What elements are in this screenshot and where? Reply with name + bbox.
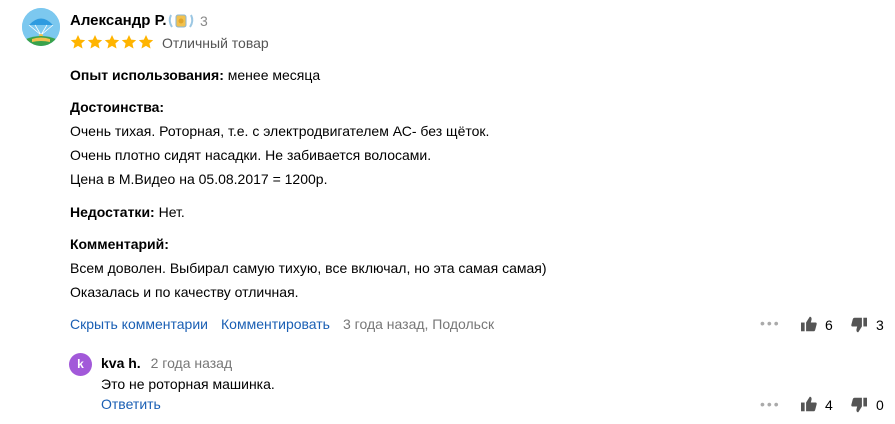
star-icon: [104, 35, 120, 49]
reply-likes-count: 4: [825, 397, 833, 413]
pros-line: Очень плотно сидят насадки. Не забиваетс…: [70, 147, 432, 163]
star-icon: [138, 35, 154, 49]
usage-value: менее месяца: [227, 67, 321, 83]
cons-value: Нет.: [158, 204, 185, 220]
add-comment-link[interactable]: Комментировать: [221, 316, 330, 332]
likes-count: 6: [825, 317, 833, 333]
usage-row: Опыт использования: менее месяца: [70, 67, 320, 84]
reply-time: 2 года назад: [150, 355, 233, 371]
reply-author-name[interactable]: kva h.: [101, 355, 141, 371]
comment-line: Оказалась и по качеству отличная.: [70, 284, 299, 300]
parachute-avatar-icon: [22, 8, 60, 46]
cons-row: Недостатки: Нет.: [70, 204, 185, 221]
badge-count: 3: [200, 13, 208, 29]
cons-label: Недостатки:: [70, 204, 155, 220]
user-avatar[interactable]: [22, 8, 60, 46]
thumbs-down-icon[interactable]: [850, 397, 868, 413]
thumbs-down-icon[interactable]: [850, 317, 868, 333]
usage-label: Опыт использования:: [70, 67, 224, 83]
dislikes-count: 3: [876, 317, 884, 333]
reply-link[interactable]: Ответить: [101, 396, 161, 412]
more-options-button[interactable]: •••: [760, 315, 781, 331]
comment-label: Комментарий:: [70, 236, 169, 252]
reply-dislikes-count: 0: [876, 397, 884, 413]
thumbs-up-icon[interactable]: [800, 396, 818, 412]
star-icon: [121, 35, 137, 49]
reply-avatar[interactable]: k: [69, 353, 92, 376]
reply-text: Это не роторная машинка.: [101, 376, 275, 392]
laurel-badge-icon: [166, 11, 196, 31]
hide-comments-link[interactable]: Скрыть комментарии: [70, 316, 208, 332]
thumbs-up-icon[interactable]: [800, 316, 818, 332]
reply-more-options-button[interactable]: •••: [760, 396, 781, 412]
review-author-name[interactable]: Александр Р.: [70, 12, 167, 29]
reply-header: kva h. 2 года назад: [101, 355, 232, 371]
star-icon: [87, 35, 103, 49]
rating-text: Отличный товар: [162, 35, 269, 51]
pros-label: Достоинства:: [70, 99, 165, 115]
pros-line: Очень тихая. Роторная, т.е. с электродви…: [70, 123, 490, 139]
review-meta: 3 года назад, Подольск: [343, 316, 495, 332]
star-icon: [70, 35, 86, 49]
comment-line: Всем доволен. Выбирал самую тихую, все в…: [70, 260, 547, 276]
pros-line: Цена в М.Видео на 05.08.2017 = 1200р.: [70, 171, 328, 187]
rating-stars: [70, 34, 154, 50]
